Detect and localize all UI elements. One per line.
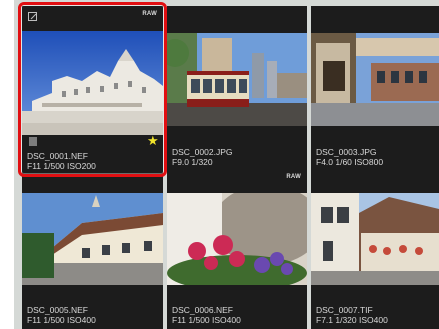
thumbnail-exposure: F7.1 1/320 ISO400 [316,315,388,325]
thumbnail-filename: DSC_0007.TIF [316,305,373,315]
thumbnail-tile-6[interactable]: DSC_0007.TIF F7.1 1/320 ISO400 [311,169,439,329]
thumbnail-filename: DSC_0005.NEF [27,305,88,315]
thumbnail-tile-3[interactable]: DSC_0003.JPG F4.0 1/60 ISO800 [311,6,439,169]
thumbnail-exposure: F11 1/500 ISO400 [172,315,241,325]
left-edge [0,0,14,329]
thumbnail-tile-4[interactable]: DSC_0005.NEF F11 1/500 ISO400 [22,173,163,329]
selection-outline [18,2,167,177]
thumbnail-image [311,33,439,126]
thumbnail-image [22,193,163,285]
thumbnail-tile-2[interactable]: DSC_0002.JPG F9.0 1/320 [167,6,307,169]
thumbnail-exposure: F9.0 1/320 [172,157,213,167]
thumbnail-filename: DSC_0006.NEF [172,305,233,315]
thumbnail-grid: RAW ★ DSC_0001.NEF F11 1/500 ISO200 DSC_… [14,0,439,329]
thumbnail-image [167,33,307,126]
raw-badge: RAW [286,174,301,180]
thumbnail-tile-5[interactable]: RAW DSC_0006.NEF F11 1/500 ISO400 [167,169,307,329]
thumbnail-exposure: F4.0 1/60 ISO800 [316,157,384,167]
thumbnail-image [167,193,307,285]
thumbnail-filename: DSC_0003.JPG [316,147,377,157]
thumbnail-image [311,193,439,285]
thumbnail-filename: DSC_0002.JPG [172,147,233,157]
thumbnail-exposure: F11 1/500 ISO400 [27,315,96,325]
